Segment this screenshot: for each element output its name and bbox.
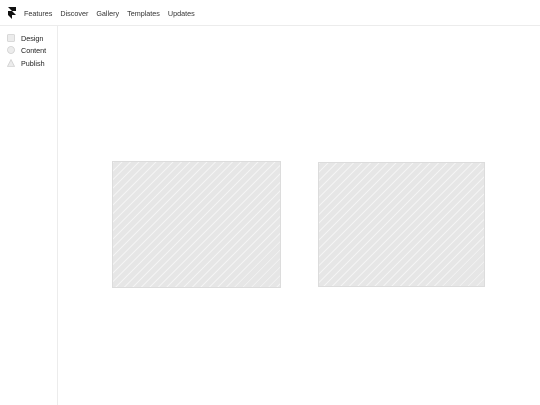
image-placeholder-right	[318, 162, 485, 287]
nav-item-gallery[interactable]: Gallery	[96, 9, 119, 18]
sidebar-item-label: Design	[21, 33, 44, 43]
sidebar-item-content[interactable]: Content	[7, 45, 46, 55]
nav-item-discover[interactable]: Discover	[60, 9, 88, 18]
framer-logo-icon[interactable]	[7, 7, 17, 19]
square-icon	[7, 34, 15, 42]
sidebar-item-design[interactable]: Design	[7, 33, 43, 43]
sidebar-item-label: Content	[21, 45, 47, 55]
nav-item-templates[interactable]: Templates	[127, 9, 160, 18]
nav-menu: Features Discover Gallery Templates Upda…	[24, 0, 203, 26]
triangle-icon	[7, 59, 15, 67]
nav-item-updates[interactable]: Updates	[168, 9, 195, 18]
sidebar-item-publish[interactable]: Publish	[7, 58, 45, 68]
circle-icon	[7, 46, 15, 54]
top-nav-bar: Features Discover Gallery Templates Upda…	[0, 0, 540, 26]
sidebar: Design Content Publish	[0, 26, 58, 405]
sidebar-item-label: Publish	[21, 58, 45, 68]
nav-item-features[interactable]: Features	[24, 9, 52, 18]
image-placeholder-left	[112, 161, 281, 288]
